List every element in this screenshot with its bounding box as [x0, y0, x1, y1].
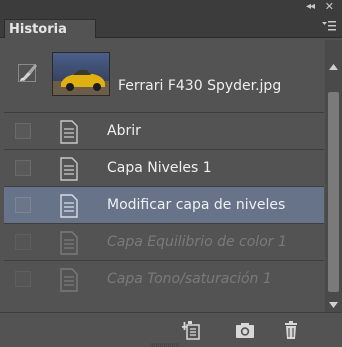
snapshot-name: Ferrari F430 Spyder.jpg: [118, 78, 282, 94]
history-source-checkbox[interactable]: [15, 271, 31, 287]
panel-title-bar: ◂◂ ✕: [0, 0, 342, 14]
history-brush-icon[interactable]: [18, 62, 38, 84]
history-state-label: Capa Tono/saturación 1: [107, 271, 272, 287]
scroll-thumb[interactable]: [328, 92, 339, 292]
history-source-checkbox[interactable]: [15, 123, 31, 139]
history-source-checkbox[interactable]: [15, 160, 31, 176]
document-icon: [60, 120, 78, 144]
history-state-label: Modificar capa de niveles: [107, 197, 286, 213]
resize-grip-icon[interactable]: [150, 343, 180, 347]
history-state-label: Capa Niveles 1: [107, 160, 212, 176]
scroll-down-arrow-icon[interactable]: [329, 302, 338, 308]
close-panel-button[interactable]: ✕: [325, 0, 334, 13]
history-source-checkbox[interactable]: [15, 234, 31, 250]
history-source-checkbox[interactable]: [15, 197, 31, 213]
history-state-tono-saturacion[interactable]: Capa Tono/saturación 1: [4, 260, 324, 297]
trash-icon[interactable]: [280, 320, 302, 340]
scroll-up-arrow-icon[interactable]: [329, 64, 338, 70]
tab-historia[interactable]: Historia: [4, 19, 96, 38]
panel-menu-icon[interactable]: [322, 20, 336, 32]
panel-bottom-toolbar: [0, 312, 342, 347]
snapshot-row[interactable]: Ferrari F430 Spyder.jpg: [4, 40, 314, 112]
document-icon: [60, 268, 78, 292]
panel-tab-bar: Historia: [0, 14, 342, 38]
document-icon: [60, 157, 78, 181]
history-state-modificar-niveles[interactable]: Modificar capa de niveles: [4, 186, 324, 223]
tab-historia-label: Historia: [9, 22, 67, 37]
history-state-label: Capa Equilibrio de color 1: [107, 234, 287, 250]
new-document-from-state-icon[interactable]: [180, 320, 202, 340]
document-icon: [60, 231, 78, 255]
history-scrollbar[interactable]: [325, 40, 342, 312]
snapshot-thumbnail: [52, 52, 110, 96]
camera-icon[interactable]: [234, 320, 256, 340]
document-icon: [60, 194, 78, 218]
history-state-equilibrio-color[interactable]: Capa Equilibrio de color 1: [4, 223, 324, 260]
history-panel: ◂◂ ✕ Historia Ferrari F430 Spyder.jpg Ab…: [0, 0, 342, 347]
collapse-panel-button[interactable]: ◂◂: [306, 1, 315, 13]
history-state-abrir[interactable]: Abrir: [4, 112, 324, 149]
history-state-capa-niveles[interactable]: Capa Niveles 1: [4, 149, 324, 186]
history-state-label: Abrir: [107, 123, 141, 139]
